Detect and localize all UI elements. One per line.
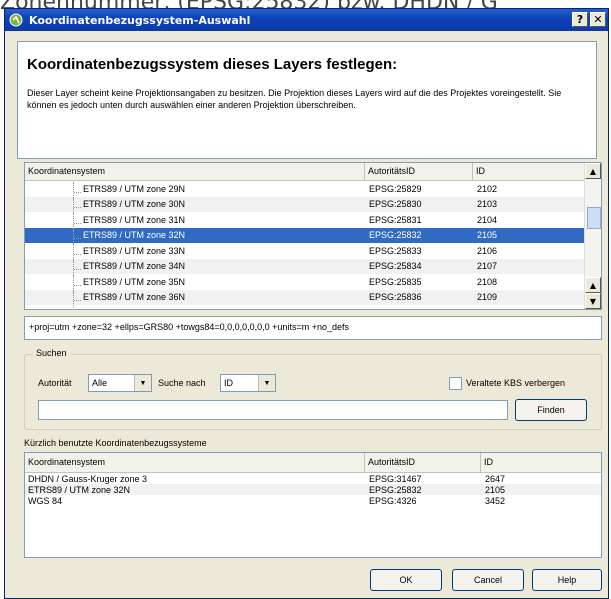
recent-table-header: Koordinatensystem AutoritätsID ID xyxy=(25,453,601,473)
col-header-crs[interactable]: Koordinatensystem xyxy=(25,453,365,472)
id-cell: 2647 xyxy=(485,473,506,484)
window-title: Koordinatenbezugssystem-Auswahl xyxy=(29,13,251,27)
col-header-authid[interactable]: AutoritätsID xyxy=(365,163,473,180)
crs-name-cell: WGS 84 xyxy=(28,495,63,506)
scroll-down-icon[interactable]: ▼ xyxy=(585,293,601,309)
recent-table-body: DHDN / Gauss-Kruger zone 3 EPSG:31467 26… xyxy=(25,473,601,506)
crs-tree-table[interactable]: Koordinatensystem AutoritätsID ID ETRS89… xyxy=(24,162,602,310)
authid-cell: EPSG:25830 xyxy=(369,199,422,210)
table-row[interactable]: ETRS89 / UTM zone 32N EPSG:25832 2105 xyxy=(25,484,601,495)
authid-cell: EPSG:25832 xyxy=(369,230,422,241)
title-bar: Koordinatenbezugssystem-Auswahl ? ✕ xyxy=(5,9,608,31)
crs-name-cell: ETRS89 / UTM zone 31N xyxy=(25,212,365,231)
table-row-selected[interactable]: ETRS89 / UTM zone 32N EPSG:25832 2105 xyxy=(25,227,601,247)
search-input[interactable] xyxy=(38,400,508,420)
crs-name-cell: ETRS89 / UTM zone 35N xyxy=(25,274,365,293)
find-button[interactable]: Finden xyxy=(515,399,587,421)
table-row[interactable]: WGS 84 EPSG:4326 3452 xyxy=(25,495,601,506)
crs-name-cell: ETRS89 / UTM zone 36N xyxy=(25,290,365,309)
scroll-up-icon[interactable]: ▲ xyxy=(585,163,601,179)
id-cell: 3452 xyxy=(485,495,506,506)
authority-label: Autorität xyxy=(38,378,72,388)
authid-cell: EPSG:25829 xyxy=(369,183,422,194)
table-row[interactable]: DHDN / Gauss-Kruger zone 3 EPSG:31467 26… xyxy=(25,473,601,484)
crs-table-header: Koordinatensystem AutoritätsID ID xyxy=(25,163,601,181)
id-cell: 2105 xyxy=(485,484,506,495)
crs-name-cell: ETRS89 / UTM zone 30N xyxy=(25,197,365,216)
col-header-id[interactable]: ID xyxy=(481,453,593,472)
id-cell: 2105 xyxy=(477,230,498,241)
scroll-up-icon[interactable]: ▲ xyxy=(585,277,601,293)
dialog-heading: Koordinatenbezugssystem dieses Layers fe… xyxy=(27,56,398,73)
id-cell: 2106 xyxy=(477,245,498,256)
table-row[interactable]: ETRS89 / UTM zone 31N EPSG:25831 2104 xyxy=(25,212,601,231)
table-row[interactable]: ETRS89 / UTM zone 36N EPSG:25836 2109 xyxy=(25,289,601,309)
authid-cell: EPSG:25836 xyxy=(369,292,422,303)
recent-crs-label: Kürzlich benutzte Koordinatenbezugssyste… xyxy=(24,438,207,448)
authid-cell: EPSG:25834 xyxy=(369,261,422,272)
authority-combo[interactable]: Alle ▼ xyxy=(88,374,152,392)
authid-cell: EPSG:25835 xyxy=(369,276,422,287)
crs-table-body: ETRS89 / UTM zone 29N EPSG:25829 2102 ET… xyxy=(25,181,601,309)
id-cell: 2103 xyxy=(477,199,498,210)
crs-name-cell: ETRS89 / UTM zone 33N xyxy=(25,243,365,262)
authid-cell: EPSG:31467 xyxy=(369,473,422,484)
hide-deprecated-checkbox[interactable] xyxy=(449,377,462,390)
col-header-crs[interactable]: Koordinatensystem xyxy=(25,163,365,180)
help-title-button[interactable]: ? xyxy=(572,12,588,27)
scroll-thumb[interactable] xyxy=(587,207,601,229)
crs-table-scrollbar[interactable]: ▲ ▲ ▼ xyxy=(584,163,601,309)
search-groupbox: Suchen Autorität Alle ▼ Suche nach ID ▼ … xyxy=(24,348,602,430)
chevron-down-icon: ▼ xyxy=(134,375,151,391)
authid-cell: EPSG:4326 xyxy=(369,495,417,506)
close-title-button[interactable]: ✕ xyxy=(590,12,606,27)
table-row[interactable]: ETRS89 / UTM zone 33N EPSG:25833 2106 xyxy=(25,243,601,262)
help-button[interactable]: Help xyxy=(532,569,602,591)
hide-deprecated-label: Veraltete KBS verbergen xyxy=(466,378,566,388)
recent-crs-table[interactable]: Koordinatensystem AutoritätsID ID DHDN /… xyxy=(24,452,602,558)
header-panel: Koordinatenbezugssystem dieses Layers fe… xyxy=(17,41,597,159)
id-cell: 2102 xyxy=(477,183,498,194)
crs-name-cell: ETRS89 / UTM zone 32N xyxy=(25,228,365,247)
col-header-id[interactable]: ID xyxy=(473,163,585,180)
id-cell: 2104 xyxy=(477,214,498,225)
authid-cell: EPSG:25831 xyxy=(369,214,422,225)
search-by-combo[interactable]: ID ▼ xyxy=(220,374,276,392)
authority-combo-value: Alle xyxy=(92,378,108,388)
table-row[interactable]: ETRS89 / UTM zone 34N EPSG:25834 2107 xyxy=(25,258,601,278)
crs-name-cell: ETRS89 / UTM zone 29N xyxy=(25,181,365,200)
crs-name-cell: DHDN / Gauss-Kruger zone 3 xyxy=(28,473,148,484)
table-row[interactable]: ETRS89 / UTM zone 29N EPSG:25829 2102 xyxy=(25,181,601,200)
qgis-app-icon xyxy=(9,13,23,27)
crs-name-cell: ETRS89 / UTM zone 34N xyxy=(25,259,365,278)
id-cell: 2108 xyxy=(477,276,498,287)
ok-button[interactable]: OK xyxy=(370,569,442,591)
proj-string-field[interactable]: +proj=utm +zone=32 +ellps=GRS80 +towgs84… xyxy=(24,316,602,340)
table-row[interactable]: ETRS89 / UTM zone 35N EPSG:25835 2108 xyxy=(25,274,601,293)
authid-cell: EPSG:25833 xyxy=(369,245,422,256)
table-row[interactable]: ETRS89 / UTM zone 30N EPSG:25830 2103 xyxy=(25,196,601,216)
chevron-down-icon: ▼ xyxy=(258,375,275,391)
crs-name-cell: ETRS89 / UTM zone 32N xyxy=(28,484,131,495)
search-legend: Suchen xyxy=(33,348,70,358)
search-by-label: Suche nach xyxy=(158,378,206,388)
dialog-description: Dieser Layer scheint keine Projektionsan… xyxy=(27,88,562,110)
id-cell: 2109 xyxy=(477,292,498,303)
id-cell: 2107 xyxy=(477,261,498,272)
authid-cell: EPSG:25832 xyxy=(369,484,422,495)
search-by-combo-value: ID xyxy=(224,378,233,388)
col-header-authid[interactable]: AutoritätsID xyxy=(365,453,481,472)
cancel-button[interactable]: Cancel xyxy=(452,569,524,591)
